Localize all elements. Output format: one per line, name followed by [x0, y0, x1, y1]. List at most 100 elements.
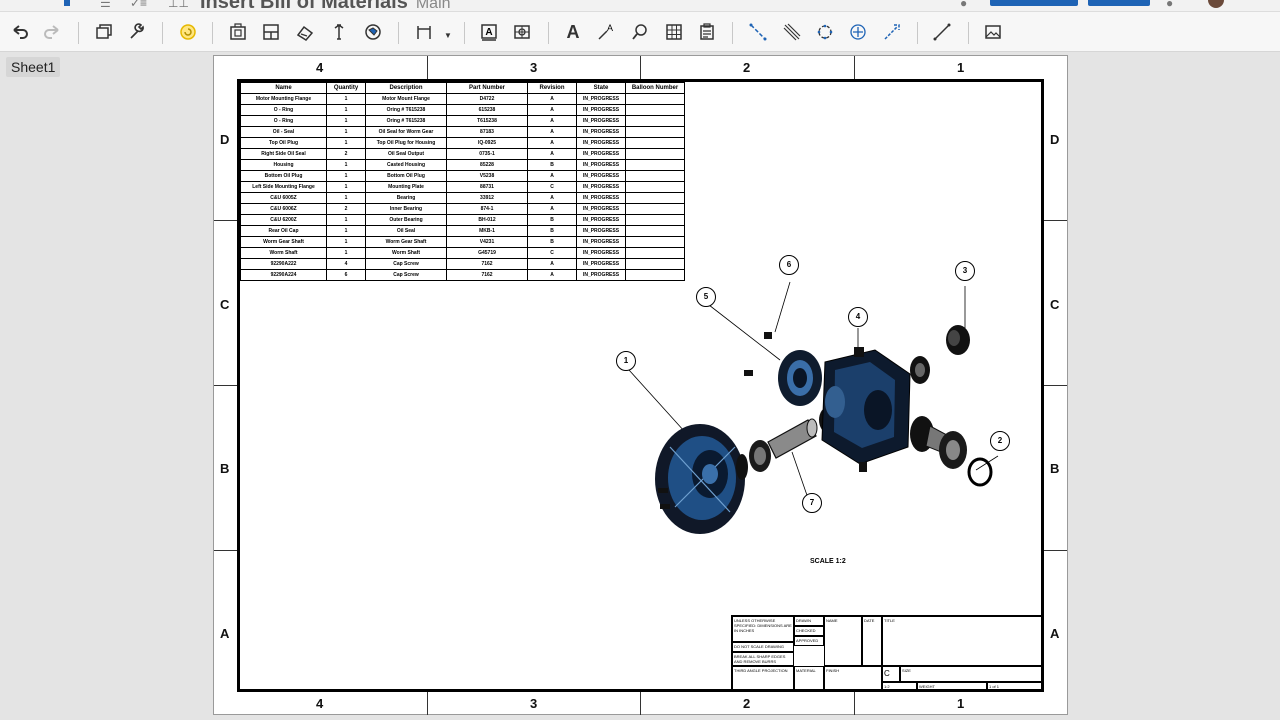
bom-cell: 87183 [446, 126, 528, 138]
search-balloon-icon[interactable] [628, 20, 652, 44]
drawn-label: DRAWN [794, 616, 824, 626]
bom-row[interactable]: Right Side Oil Seal 2 Oil Seal Output 0735-… [240, 148, 685, 160]
bom-row[interactable]: Bottom Oil Plug 1 Bottom Oil Plug V5238 A IN_… [240, 170, 685, 182]
note-icon[interactable]: A [477, 20, 501, 44]
bom-cell: D4722 [446, 93, 528, 105]
drawing-sheet[interactable]: 4 3 2 1 4 3 2 1 D C B A D C B A Name Qua… [213, 55, 1068, 715]
balloon-3[interactable]: 3 [955, 261, 975, 281]
bom-cell: B [527, 214, 577, 226]
bom-cell: Cap Screw [365, 258, 447, 270]
update-icon[interactable] [176, 20, 200, 44]
bom-cell: BH-012 [446, 214, 528, 226]
bom-cell: 85228 [446, 159, 528, 171]
insert-view-icon[interactable] [92, 20, 116, 44]
bom-cell: 2 [326, 203, 366, 215]
bom-row[interactable]: Left Side Mounting Flange 1 Mounting Plate… [240, 181, 685, 193]
user-avatar[interactable] [1208, 0, 1224, 8]
bom-cell: IN_PROGRESS [576, 126, 626, 138]
image-icon[interactable] [981, 20, 1005, 44]
bom-row[interactable]: O - Ring 1 Oring # T615238 615238 A IN_PROGRE… [240, 104, 685, 116]
bom-cell: IN_PROGRESS [576, 137, 626, 149]
text-icon[interactable]: A [561, 20, 585, 44]
line-icon[interactable] [930, 20, 954, 44]
bom-cell: A [527, 148, 577, 160]
leader-icon[interactable] [880, 20, 904, 44]
share-button[interactable] [990, 0, 1078, 6]
bom-row[interactable]: Rear Oil Cap 1 Oil Seal MKB-1 B IN_PROGRESS [240, 225, 685, 237]
balloon-5[interactable]: 5 [696, 287, 716, 307]
bom-cell: 1 [326, 192, 366, 204]
redo-icon[interactable] [40, 20, 64, 44]
table-icon[interactable] [662, 20, 686, 44]
balloon-2[interactable]: 2 [990, 431, 1010, 451]
callout-icon[interactable]: A [594, 20, 618, 44]
chevron-down-icon[interactable]: ▼ [444, 31, 452, 40]
bom-cell: 1 [326, 214, 366, 226]
balloon-4[interactable]: 4 [848, 307, 868, 327]
balloon-7[interactable]: 7 [802, 493, 822, 513]
bom-cell: 2 [326, 148, 366, 160]
bom-header-cell: Part Number [446, 82, 528, 94]
notifications-icon[interactable]: ● [960, 0, 967, 10]
zone-col-label: 1 [957, 696, 965, 711]
bom-cell: IN_PROGRESS [576, 192, 626, 204]
sheet-tab[interactable]: Sheet1 [6, 57, 61, 77]
bolt-circle-icon[interactable] [813, 20, 837, 44]
bom-cell: A [527, 192, 577, 204]
datum-icon[interactable] [510, 20, 534, 44]
bom-row[interactable]: C&U 6006Z 2 Inner Bearing 874-1 A IN_PROGRESS [240, 203, 685, 215]
centermark-icon[interactable] [846, 20, 870, 44]
bom-row[interactable]: C&U 6005Z 1 Bearing 33912 A IN_PROGRESS [240, 192, 685, 204]
bom-header-cell: Revision [527, 82, 577, 94]
auxiliary-view-icon[interactable] [327, 20, 351, 44]
title-block[interactable]: UNLESS OTHERWISE SPECIFIED: DIMENSIONS A… [731, 615, 1044, 692]
bom-cell: Bearing [365, 192, 447, 204]
bom-row[interactable]: Housing 1 Casted Housing 85228 B IN_PROGRESS [240, 159, 685, 171]
bom-row[interactable]: Motor Mounting Flange 1 Motor Mount Flange… [240, 93, 685, 105]
undo-icon[interactable] [8, 20, 32, 44]
bom-row[interactable]: Top Oil Plug 1 Top Oil Plug for Housing IQ-… [240, 137, 685, 149]
svg-text:A: A [485, 27, 492, 38]
hatch-icon[interactable] [780, 20, 804, 44]
bom-cell: B [527, 225, 577, 237]
zone-col-label: 3 [530, 60, 538, 75]
bom-row[interactable]: C&U 6200Z 1 Outer Bearing BH-012 B IN_PROGRES… [240, 214, 685, 226]
view-scale-note: SCALE 1:2 [810, 558, 846, 565]
bom-table-icon[interactable] [695, 20, 719, 44]
svg-text:A: A [607, 23, 613, 33]
bom-cell: IN_PROGRESS [576, 104, 626, 116]
balloon-1[interactable]: 1 [616, 351, 636, 371]
bom-cell: T615238 [446, 115, 528, 127]
bom-cell: Oil Seal Output [365, 148, 447, 160]
bom-cell: IN_PROGRESS [576, 170, 626, 182]
bom-row[interactable]: O - Ring 1 Oring # T615238 T615238 A IN_PROGR… [240, 115, 685, 127]
projected-view-icon[interactable] [293, 20, 317, 44]
projection-note: THIRD ANGLE PROJECTION [732, 666, 794, 692]
bom-row[interactable]: Oil - Seal 1 Oil Seal for Worm Gear 87183 A I… [240, 126, 685, 138]
bom-cell: 7162 [446, 258, 528, 270]
detail-view-icon[interactable] [361, 20, 385, 44]
zone-row-label: D [220, 132, 230, 147]
feature-list-icon[interactable]: ✓≡ [130, 0, 147, 10]
wrench-icon[interactable] [125, 20, 149, 44]
zone-row-label: A [1050, 626, 1060, 641]
bom-cell: V5238 [446, 170, 528, 182]
sheet-value: 1 of 1 [987, 682, 1044, 692]
bom-cell: Cap Screw [365, 269, 447, 281]
help-button[interactable] [1088, 0, 1150, 6]
document-title: Insert Bill of Materials Main [200, 0, 451, 11]
help-icon[interactable]: ● [1166, 0, 1173, 10]
centerline-icon[interactable] [746, 20, 770, 44]
parts-icon[interactable]: ⊥⊥ [168, 0, 189, 10]
section-view-icon[interactable] [259, 20, 283, 44]
bom-cell: A [527, 126, 577, 138]
app-logo-icon [64, 0, 70, 6]
dimension-icon[interactable] [412, 20, 436, 44]
insert-part-icon[interactable] [226, 20, 250, 44]
balloon-6[interactable]: 6 [779, 255, 799, 275]
bom-cell: Oil Seal [365, 225, 447, 237]
bom-cell: B [527, 159, 577, 171]
menu-icon[interactable]: ☰ [100, 0, 111, 10]
zone-row-label: B [1050, 461, 1060, 476]
zone-col-label: 1 [957, 60, 965, 75]
